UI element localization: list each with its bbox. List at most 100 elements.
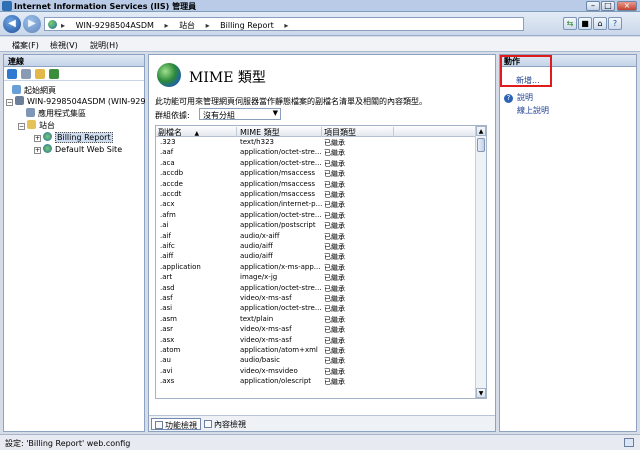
table-row[interactable]: .asx video/x-ms-asf 已繼承 (156, 336, 476, 345)
tree-item-start-page[interactable]: 起始網頁 (12, 85, 56, 95)
breadcrumb-server[interactable]: WIN-9298504ASDM (76, 21, 154, 30)
cell-mime-type: application/msaccess (240, 169, 316, 178)
table-row[interactable]: .afm application/octet-stre... 已繼承 (156, 211, 476, 220)
scrollbar-thumb[interactable] (477, 138, 485, 152)
table-row[interactable]: .asm text/plain 已繼承 (156, 315, 476, 324)
app-pool-icon (26, 108, 35, 117)
cell-mime-type: application/octet-stre... (240, 283, 322, 292)
table-row[interactable]: .accde application/msaccess 已繼承 (156, 180, 476, 189)
vertical-scrollbar[interactable]: ▲ ▼ (475, 126, 486, 398)
cell-entry-type: 已繼承 (324, 284, 345, 293)
online-help-link[interactable]: 線上說明 (517, 105, 549, 116)
chevron-down-icon: ▼ (272, 109, 278, 117)
tree-item-app-pools[interactable]: 應用程式集區 (26, 108, 86, 118)
menu-view[interactable]: 檢視(V) (50, 40, 78, 51)
up-folder-icon[interactable] (35, 69, 45, 79)
table-row[interactable]: .asd application/octet-stre... 已繼承 (156, 284, 476, 293)
cell-entry-type: 已繼承 (324, 295, 345, 303)
group-by-label: 群組依據: (155, 111, 190, 120)
cell-extension: .axs (160, 377, 175, 386)
column-header-mime-type[interactable]: MIME 類型 (240, 127, 322, 137)
tab-features-view[interactable]: 功能檢視 (151, 418, 201, 430)
globe-icon (43, 144, 52, 153)
help-link[interactable]: ? 說明 (504, 92, 533, 103)
breadcrumb-site[interactable]: Billing Report (220, 21, 274, 30)
tree-item-server[interactable]: − WIN-9298504ASDM (WIN-929 (6, 96, 145, 106)
table-row[interactable]: .aca application/octet-stre... 已繼承 (156, 159, 476, 168)
cell-mime-type: video/x-ms-asf (240, 325, 292, 334)
maximize-button[interactable]: □ (601, 1, 615, 11)
cell-entry-type: 已繼承 (324, 336, 345, 345)
tree-item-sites[interactable]: − 站台 (18, 120, 55, 130)
menu-file[interactable]: 檔案(F) (12, 40, 39, 51)
table-row[interactable]: .aifc audio/aiff 已繼承 (156, 242, 476, 251)
cell-mime-type: application/octet-stre... (240, 158, 322, 167)
cell-extension: .accdt (160, 190, 182, 198)
table-row[interactable]: .axs application/olescript 已繼承 (156, 377, 476, 386)
close-window-button[interactable]: × (617, 1, 637, 11)
tree-item-billing-report[interactable]: + Billing Report (34, 132, 113, 143)
expand-icon[interactable]: + (34, 135, 41, 142)
collapse-icon[interactable]: − (18, 123, 25, 130)
save-icon[interactable] (21, 69, 31, 79)
cell-entry-type: 已繼承 (324, 159, 345, 168)
actions-pane: 動作 新增... ? 說明 線上說明 (499, 54, 637, 432)
minimize-button[interactable]: – (586, 1, 600, 11)
column-header-entry-type[interactable]: 項目類型 (324, 127, 394, 137)
table-row[interactable]: .accdb application/msaccess 已繼承 (156, 169, 476, 178)
table-row[interactable]: .asi application/octet-stre... 已繼承 (156, 304, 476, 313)
cell-extension: .atom (160, 346, 181, 354)
cell-entry-type: 已繼承 (324, 170, 345, 179)
group-by-select[interactable]: 沒有分組 ▼ (199, 108, 281, 120)
cell-entry-type: 已繼承 (324, 222, 345, 231)
tree-item-default-web-site[interactable]: + Default Web Site (34, 144, 122, 154)
column-header-extension[interactable]: 副檔名 ▲ (158, 127, 237, 137)
table-row[interactable]: .asf video/x-ms-asf 已繼承 (156, 294, 476, 303)
table-row[interactable]: .aiff audio/aiff 已繼承 (156, 252, 476, 261)
back-button[interactable]: ◀ (3, 15, 21, 33)
collapse-icon[interactable]: − (6, 99, 13, 106)
tab-content-view[interactable]: 內容檢視 (201, 418, 249, 430)
cell-entry-type: 已繼承 (324, 367, 345, 376)
scroll-down-icon[interactable]: ▼ (476, 388, 486, 398)
cell-extension: .avi (160, 366, 173, 375)
menu-help[interactable]: 說明(H) (90, 40, 118, 51)
help-dropdown-icon[interactable]: ? (608, 17, 622, 30)
scroll-up-icon[interactable]: ▲ (476, 126, 486, 136)
address-bar[interactable]: ▸ WIN-9298504ASDM ▸ 站台 ▸ Billing Report … (44, 17, 524, 31)
add-mime-type-link[interactable]: 新增... (516, 75, 540, 86)
table-row[interactable]: .ai application/postscript 已繼承 (156, 221, 476, 230)
feature-pane: MIME 類型 此功能可用來管理網頁伺服器當作靜態檔案的副檔名清單及相關的內容類… (148, 54, 496, 432)
stop-icon[interactable]: ■ (578, 17, 592, 30)
connect-icon[interactable]: ⇆ (563, 17, 577, 30)
table-row[interactable]: .atom application/atom+xml 已繼承 (156, 346, 476, 355)
cell-entry-type: 已繼承 (324, 180, 345, 189)
cell-mime-type: application/octet-stre... (240, 304, 322, 313)
cell-extension: .aiff (160, 252, 174, 261)
breadcrumb-arrow-icon: ▸ (205, 21, 210, 30)
connect-server-icon[interactable] (49, 69, 59, 79)
table-row[interactable]: .art image/x-jg 已繼承 (156, 273, 476, 282)
table-row[interactable]: .aaf application/octet-stre... 已繼承 (156, 148, 476, 157)
table-row[interactable]: .au audio/basic 已繼承 (156, 356, 476, 365)
table-row[interactable]: .323 text/h323 已繼承 (156, 138, 476, 147)
cell-extension: .asf (160, 294, 173, 302)
table-row[interactable]: .accdt application/msaccess 已繼承 (156, 190, 476, 199)
breadcrumb: ▸ WIN-9298504ASDM ▸ 站台 ▸ Billing Report … (61, 20, 296, 31)
table-row[interactable]: .application application/x-ms-app... 已繼承 (156, 263, 476, 272)
cell-extension: .aif (160, 231, 171, 240)
home-icon[interactable]: ⌂ (593, 17, 607, 30)
table-row[interactable]: .aif audio/x-aiff 已繼承 (156, 232, 476, 241)
cell-extension: .323 (160, 138, 176, 146)
create-connection-icon[interactable] (7, 69, 17, 79)
mime-types-icon (157, 63, 181, 87)
table-row[interactable]: .avi video/x-msvideo 已繼承 (156, 367, 476, 376)
cell-mime-type: application/postscript (240, 221, 316, 230)
content-view-icon (204, 420, 212, 428)
breadcrumb-sites[interactable]: 站台 (179, 21, 195, 30)
forward-button[interactable]: ▶ (23, 15, 41, 33)
table-row[interactable]: .asr video/x-ms-asf 已繼承 (156, 325, 476, 334)
table-row[interactable]: .acx application/internet-p... 已繼承 (156, 200, 476, 209)
expand-icon[interactable]: + (34, 147, 41, 154)
cell-mime-type: text/plain (240, 314, 274, 323)
